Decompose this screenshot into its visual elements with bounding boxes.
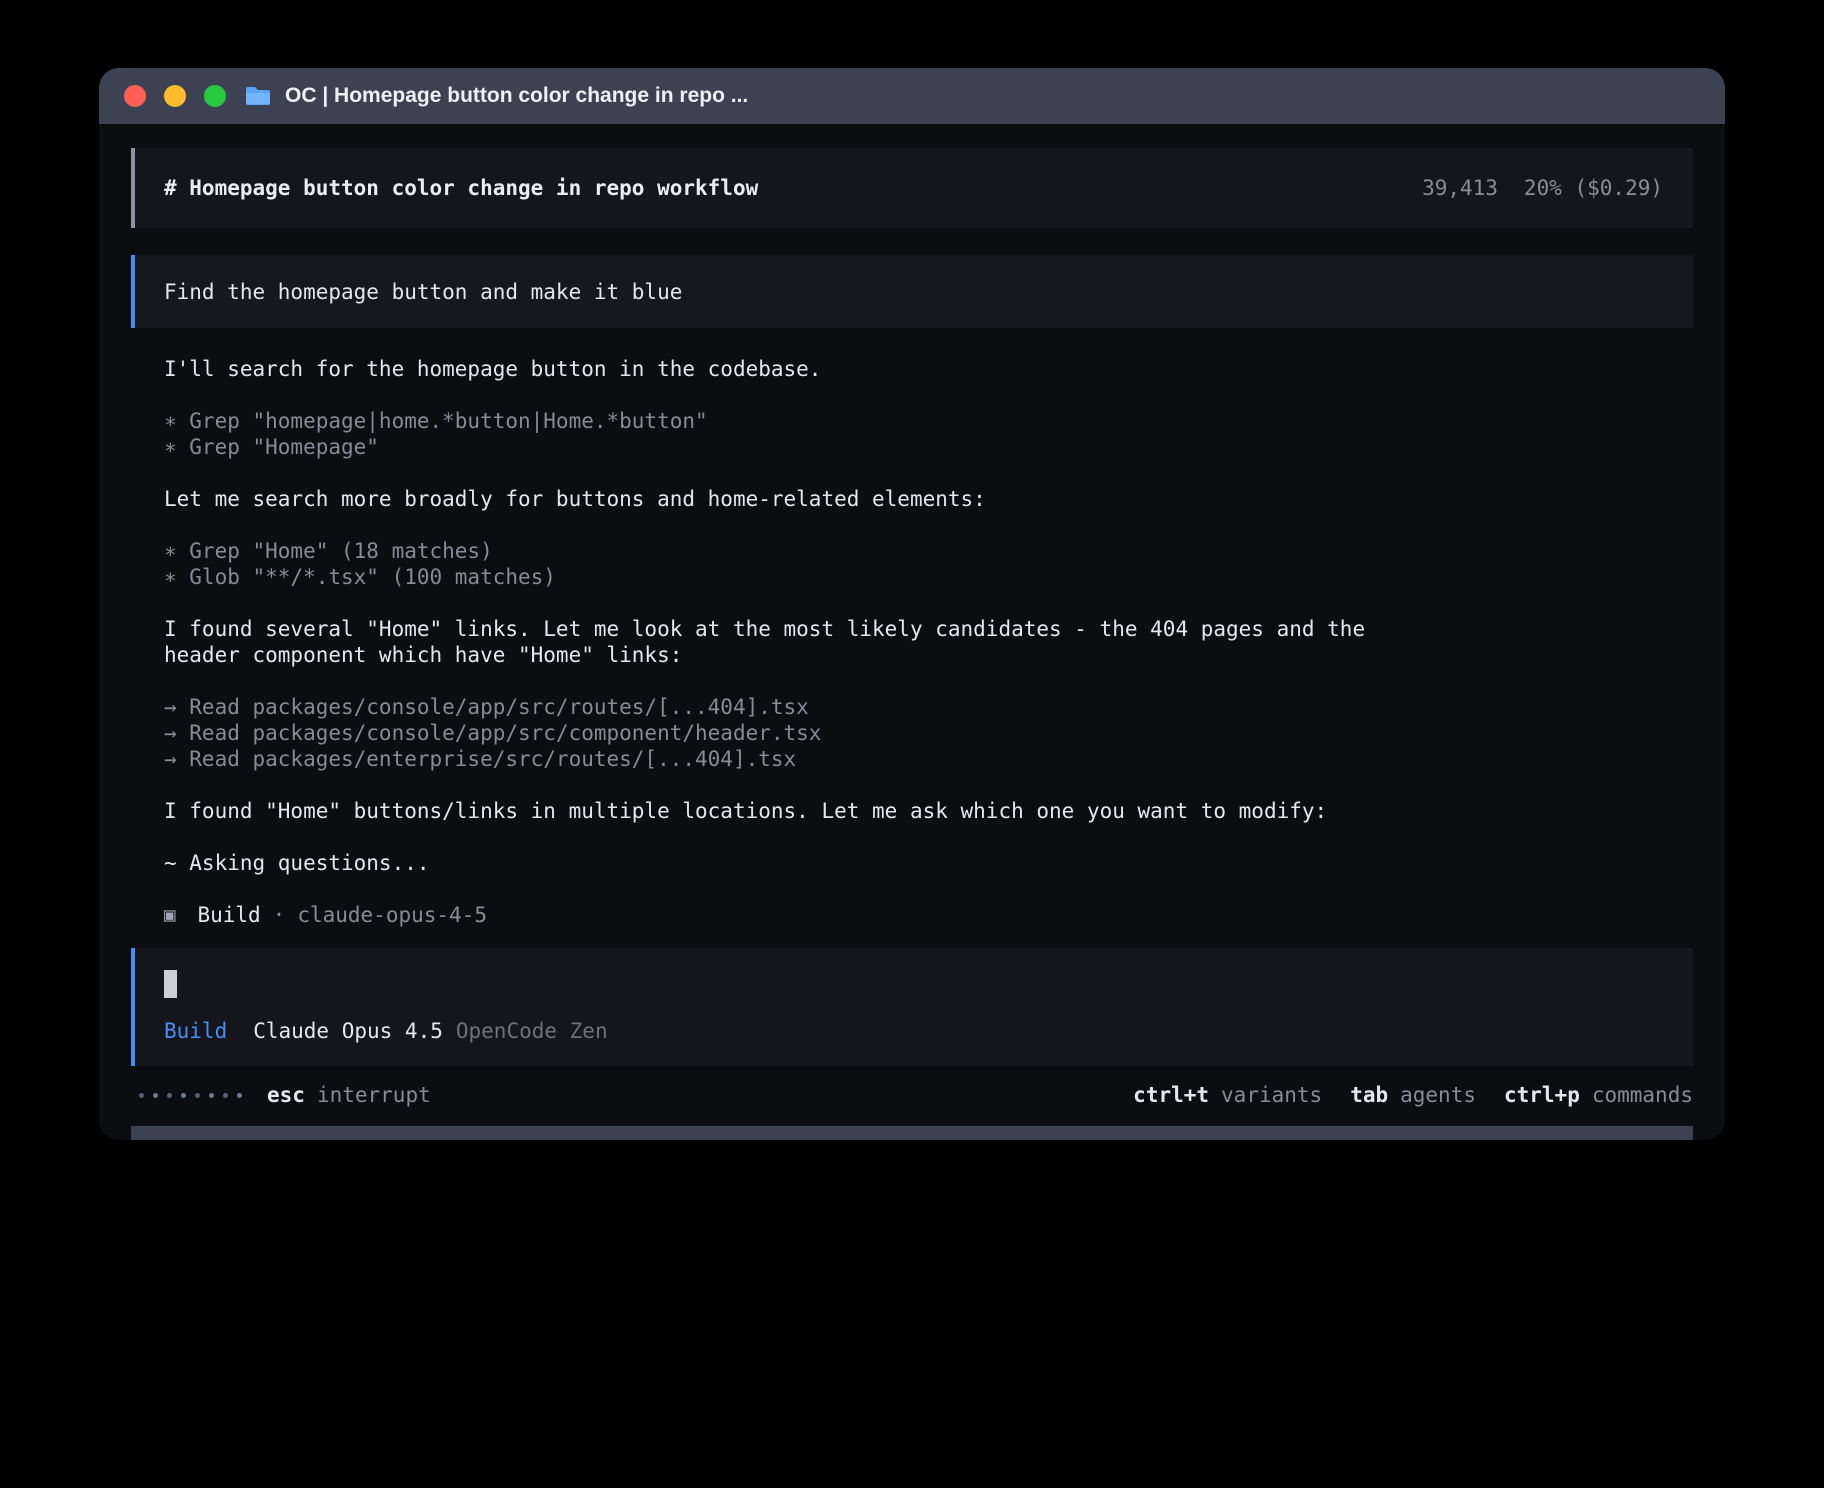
folder-icon	[244, 85, 272, 107]
agent-status: ▣ Build · claude-opus-4-5	[164, 902, 1411, 928]
conversation: I'll search for the homepage button in t…	[131, 356, 1411, 928]
model-provider: OpenCode Zen	[456, 1018, 608, 1044]
active-agent-badge[interactable]: Build	[164, 1018, 227, 1044]
hint-esc-interrupt: esc interrupt	[267, 1082, 431, 1108]
assistant-text: Let me search more broadly for buttons a…	[164, 486, 1409, 512]
input-meta: Build Claude Opus 4.5 OpenCode Zen	[164, 1018, 1665, 1044]
assistant-text: I found "Home" buttons/links in multiple…	[164, 798, 1409, 824]
user-message: Find the homepage button and make it blu…	[131, 255, 1693, 328]
session-header: # Homepage button color change in repo w…	[131, 148, 1693, 228]
tool-call-grep: ∗ Grep "Home" (18 matches)	[164, 538, 1409, 564]
window-bottom-strip	[131, 1126, 1693, 1140]
assistant-text: I'll search for the homepage button in t…	[164, 356, 1409, 382]
status-shortcuts: ctrl+t variants tab agents ctrl+p comman…	[1133, 1082, 1693, 1108]
user-message-text: Find the homepage button and make it blu…	[164, 279, 682, 305]
tool-call-grep: ∗ Grep "Homepage"	[164, 434, 1409, 460]
esc-key: esc	[267, 1082, 305, 1108]
traffic-lights	[124, 85, 226, 107]
tool-call-read: → Read packages/console/app/src/componen…	[164, 720, 1409, 746]
agent-model: claude-opus-4-5	[297, 902, 487, 928]
tool-call-read: → Read packages/console/app/src/routes/[…	[164, 694, 1409, 720]
token-count: 39,413	[1422, 175, 1498, 201]
separator-dot: ·	[273, 902, 286, 928]
session-title: # Homepage button color change in repo w…	[164, 175, 758, 201]
hint-ctrl-t-variants: ctrl+t variants	[1133, 1082, 1322, 1108]
hint-ctrl-p-commands: ctrl+p commands	[1504, 1082, 1693, 1108]
hint-tab-agents: tab agents	[1350, 1082, 1476, 1108]
window-title-area: OC | Homepage button color change in rep…	[244, 84, 748, 108]
close-button[interactable]	[124, 85, 146, 107]
active-model-name: Claude Opus 4.5	[253, 1018, 443, 1044]
ctrl-p-label: commands	[1592, 1082, 1693, 1108]
asking-questions-status: ~ Asking questions...	[164, 850, 1409, 876]
ctrl-p-key: ctrl+p	[1504, 1082, 1580, 1108]
tab-key: tab	[1350, 1082, 1388, 1108]
window-title: OC | Homepage button color change in rep…	[285, 84, 748, 108]
session-stats: 39,413 20% ($0.29)	[1422, 175, 1663, 201]
tool-call-read: → Read packages/enterprise/src/routes/[.…	[164, 746, 1409, 772]
agent-name: Build	[197, 902, 260, 928]
status-bar: esc interrupt ctrl+t variants tab agents…	[131, 1082, 1693, 1108]
usage-cost: 20% ($0.29)	[1524, 175, 1663, 201]
tab-label: agents	[1400, 1082, 1476, 1108]
spinner-dots-icon	[139, 1093, 242, 1098]
prompt-input-area[interactable]: Build Claude Opus 4.5 OpenCode Zen	[131, 948, 1693, 1066]
ctrl-t-label: variants	[1221, 1082, 1322, 1108]
agent-icon: ▣	[164, 902, 175, 928]
assistant-text: I found several "Home" links. Let me loo…	[164, 616, 1409, 668]
tool-call-grep: ∗ Grep "homepage|home.*button|Home.*butt…	[164, 408, 1409, 434]
zoom-button[interactable]	[204, 85, 226, 107]
window-titlebar[interactable]: OC | Homepage button color change in rep…	[99, 68, 1725, 124]
terminal-window: OC | Homepage button color change in rep…	[99, 68, 1725, 1140]
tool-call-glob: ∗ Glob "**/*.tsx" (100 matches)	[164, 564, 1409, 590]
minimize-button[interactable]	[164, 85, 186, 107]
ctrl-t-key: ctrl+t	[1133, 1082, 1209, 1108]
esc-label: interrupt	[317, 1082, 431, 1108]
text-cursor	[164, 970, 177, 998]
terminal-content: # Homepage button color change in repo w…	[99, 124, 1725, 1140]
